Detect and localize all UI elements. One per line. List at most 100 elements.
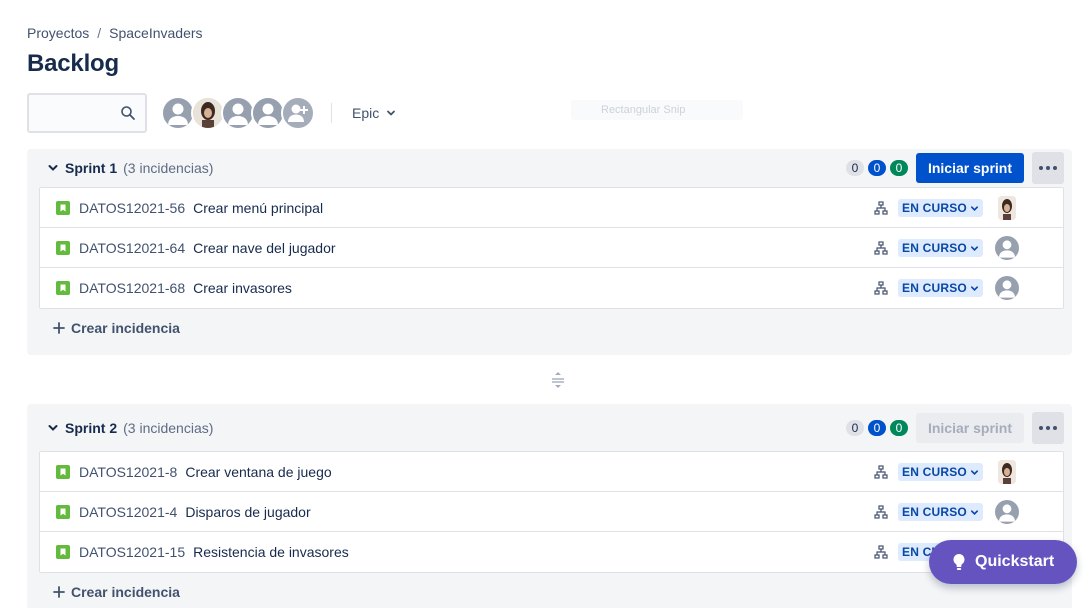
issue-key[interactable]: DATOS12021-4 [79,504,177,520]
chevron-down-icon [970,469,978,475]
assignee-avatar-default[interactable] [161,96,195,130]
status-label: EN CURSO [902,465,967,479]
assignee-avatar[interactable] [997,196,1016,220]
status-dropdown[interactable]: EN CURSO [898,199,983,217]
status-dropdown[interactable]: EN CURSO [898,239,983,257]
assignee-avatar-photo[interactable] [191,96,225,130]
in-progress-points-badge: 0 [867,160,886,176]
user-photo-icon [997,460,1016,484]
sprint-issue-count: (3 incidencias) [123,160,214,176]
assignee-avatar[interactable] [997,460,1016,484]
issue-row[interactable]: DATOS12021-64 Crear nave del jugador EN … [40,228,1063,268]
epic-filter-dropdown[interactable]: Epic [344,97,405,129]
resize-handle-icon[interactable] [550,371,566,389]
issue-summary[interactable]: Crear nave del jugador [193,240,335,256]
story-icon [56,240,70,255]
start-sprint-button[interactable]: Iniciar sprint [915,413,1024,443]
child-issues-icon[interactable] [874,281,888,295]
sprint-section: Sprint 2 (3 incidencias) 0 0 0 Iniciar s… [27,404,1072,608]
status-dropdown[interactable]: EN CURSO [898,279,983,297]
user-icon [998,280,1015,298]
status-label: EN CURSO [902,241,967,255]
backlog-toolbar: Epic [27,93,405,133]
todo-points-badge: 0 [845,160,864,176]
issue-row[interactable]: DATOS12021-15 Resistencia de invasores E… [40,532,1063,572]
chevron-down-icon [970,205,978,211]
more-actions-button[interactable] [1032,412,1064,444]
search-box[interactable] [27,93,147,133]
more-actions-button[interactable] [1032,152,1064,184]
in-progress-points-badge: 0 [867,420,886,436]
sprint-name: Sprint 1 [65,160,118,176]
issue-row[interactable]: DATOS12021-4 Disparos de jugador EN CURS… [40,492,1063,532]
chevron-down-icon[interactable] [47,422,59,434]
issue-meta: EN CURSO [872,452,1016,492]
quickstart-button[interactable]: Quickstart [929,540,1077,584]
search-input[interactable] [29,95,119,131]
issue-row[interactable]: DATOS12021-8 Crear ventana de juego EN C… [40,452,1063,492]
assignee-avatar[interactable] [994,276,1019,300]
issue-summary[interactable]: Crear invasores [193,280,292,296]
assignee-avatar[interactable] [994,500,1019,524]
issue-meta: EN CURSO [872,188,1016,228]
issue-row[interactable]: DATOS12021-68 Crear invasores EN CURSO [40,268,1063,308]
breadcrumb-projects-link[interactable]: Proyectos [27,25,89,41]
add-people-button[interactable] [281,96,315,130]
child-issues-icon[interactable] [874,465,888,479]
sprint-header[interactable]: Sprint 2 (3 incidencias) 0 0 0 Iniciar s… [27,404,1072,451]
issue-key[interactable]: DATOS12021-56 [79,200,185,216]
issue-list: DATOS12021-8 Crear ventana de juego EN C… [39,451,1064,573]
more-icon [1039,166,1057,170]
chevron-down-icon[interactable] [47,162,59,174]
epic-filter-label: Epic [352,105,380,121]
story-icon [56,545,70,559]
start-sprint-button[interactable]: Iniciar sprint [915,153,1024,183]
assignee-avatar-default[interactable] [251,96,285,130]
issue-row[interactable]: DATOS12021-56 Crear menú principal EN CU… [40,188,1063,228]
search-icon [121,106,135,120]
more-icon [1039,426,1057,430]
create-issue-label: Crear incidencia [71,584,180,600]
assignee-avatar-default[interactable] [221,96,255,130]
child-issues-icon[interactable] [874,241,888,255]
issue-meta: EN CURSO [872,268,1019,308]
issue-list: DATOS12021-56 Crear menú principal EN CU… [39,187,1064,309]
create-issue-button[interactable]: Crear incidencia [27,309,1072,347]
status-label: EN CURSO [902,201,967,215]
user-icon [258,103,278,125]
sprint-actions: 0 0 0 Iniciar sprint [842,411,1064,445]
child-issues-icon[interactable] [874,505,888,519]
toolbar-divider [331,103,332,123]
child-issues-icon[interactable] [874,201,888,215]
issue-summary[interactable]: Disparos de jugador [185,504,310,520]
issue-key[interactable]: DATOS12021-15 [79,544,185,560]
create-issue-button[interactable]: Crear incidencia [27,573,1072,608]
breadcrumb-project-link[interactable]: SpaceInvaders [109,25,202,41]
done-points-badge: 0 [889,160,908,176]
issue-meta: EN CURSO [872,492,1019,532]
user-icon [228,103,248,125]
status-label: EN CURSO [902,505,967,519]
status-dropdown[interactable]: EN CURSO [898,463,983,481]
issue-key[interactable]: DATOS12021-68 [79,280,185,296]
breadcrumb: Proyectos / SpaceInvaders [27,25,203,41]
issue-summary[interactable]: Crear ventana de juego [185,464,331,480]
story-icon [56,281,70,295]
assignee-avatar[interactable] [994,236,1019,260]
user-icon [998,504,1015,522]
issue-summary[interactable]: Resistencia de invasores [193,544,349,560]
issue-key[interactable]: DATOS12021-8 [79,464,177,480]
sprint-header[interactable]: Sprint 1 (3 incidencias) 0 0 0 Iniciar s… [27,149,1072,187]
child-issues-icon[interactable] [874,545,888,559]
todo-points-badge: 0 [845,420,864,436]
sprint-actions: 0 0 0 Iniciar sprint [842,151,1064,185]
status-label: EN CURSO [902,281,967,295]
quickstart-label: Quickstart [975,553,1055,570]
sprint-issue-count: (3 incidencias) [123,419,214,436]
chevron-down-icon [970,285,978,291]
issue-key[interactable]: DATOS12021-64 [79,240,185,256]
page-title: Backlog [27,50,119,77]
issue-summary[interactable]: Crear menú principal [193,200,323,216]
status-dropdown[interactable]: EN CURSO [898,503,983,521]
issue-meta: EN CURSO [872,228,1019,268]
